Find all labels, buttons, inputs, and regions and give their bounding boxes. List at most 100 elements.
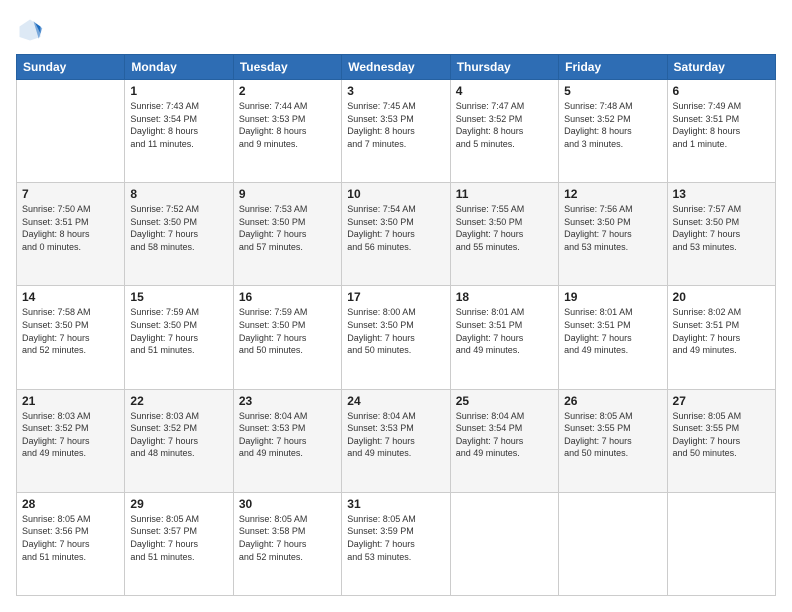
day-number: 22 [130, 394, 227, 408]
calendar-cell: 13Sunrise: 7:57 AM Sunset: 3:50 PM Dayli… [667, 183, 775, 286]
calendar-cell: 25 Sunrise: 8:04 AM Sunset: 3:54 PM Dayli… [450, 389, 558, 492]
day-info: Sunrise: 8:05 AM Sunset: 3:56 PM Dayligh… [22, 513, 119, 563]
day-number: 25 [456, 394, 553, 408]
calendar-cell: 28Sunrise: 8:05 AM Sunset: 3:56 PM Dayli… [17, 492, 125, 595]
calendar-cell: 26 Sunrise: 8:05 AM Sunset: 3:55 PM Dayli… [559, 389, 667, 492]
calendar-cell: 24 Sunrise: 8:04 AM Sunset: 3:53 PM Dayli… [342, 389, 450, 492]
calendar-cell: 9 Sunrise: 7:53 AM Sunset: 3:50 PM Daylig… [233, 183, 341, 286]
calendar-cell: 4Sunrise: 7:47 AM Sunset: 3:52 PM Daylig… [450, 80, 558, 183]
day-number: 9 [239, 187, 336, 201]
calendar-week-2: 7 Sunrise: 7:50 AM Sunset: 3:51 PM Daylig… [17, 183, 776, 286]
day-number: 26 [564, 394, 661, 408]
logo-icon [16, 16, 44, 44]
calendar-cell [17, 80, 125, 183]
day-info: Sunrise: 7:54 AM Sunset: 3:50 PM Dayligh… [347, 203, 444, 253]
day-info: Sunrise: 7:52 AM Sunset: 3:50 PM Dayligh… [130, 203, 227, 253]
day-number: 13 [673, 187, 770, 201]
day-info: Sunrise: 8:05 AM Sunset: 3:58 PM Dayligh… [239, 513, 336, 563]
calendar-cell: 30 Sunrise: 8:05 AM Sunset: 3:58 PM Dayli… [233, 492, 341, 595]
day-number: 11 [456, 187, 553, 201]
day-info: Sunrise: 7:48 AM Sunset: 3:52 PM Dayligh… [564, 100, 661, 150]
day-info: Sunrise: 8:03 AM Sunset: 3:52 PM Dayligh… [130, 410, 227, 460]
day-number: 21 [22, 394, 119, 408]
day-info: Sunrise: 8:01 AM Sunset: 3:51 PM Dayligh… [456, 306, 553, 356]
day-info: Sunrise: 7:59 AM Sunset: 3:50 PM Dayligh… [239, 306, 336, 356]
calendar-cell: 17Sunrise: 8:00 AM Sunset: 3:50 PM Dayli… [342, 286, 450, 389]
weekday-header-saturday: Saturday [667, 55, 775, 80]
day-number: 23 [239, 394, 336, 408]
day-info: Sunrise: 8:04 AM Sunset: 3:54 PM Dayligh… [456, 410, 553, 460]
day-number: 7 [22, 187, 119, 201]
calendar-cell [559, 492, 667, 595]
day-info: Sunrise: 7:56 AM Sunset: 3:50 PM Dayligh… [564, 203, 661, 253]
calendar-cell: 10 Sunrise: 7:54 AM Sunset: 3:50 PM Dayli… [342, 183, 450, 286]
calendar-cell [450, 492, 558, 595]
calendar-cell: 8 Sunrise: 7:52 AM Sunset: 3:50 PM Daylig… [125, 183, 233, 286]
calendar-cell: 7 Sunrise: 7:50 AM Sunset: 3:51 PM Daylig… [17, 183, 125, 286]
weekday-header-wednesday: Wednesday [342, 55, 450, 80]
day-info: Sunrise: 8:05 AM Sunset: 3:57 PM Dayligh… [130, 513, 227, 563]
day-number: 12 [564, 187, 661, 201]
day-number: 18 [456, 290, 553, 304]
day-info: Sunrise: 8:05 AM Sunset: 3:55 PM Dayligh… [564, 410, 661, 460]
day-info: Sunrise: 7:58 AM Sunset: 3:50 PM Dayligh… [22, 306, 119, 356]
calendar-cell: 11 Sunrise: 7:55 AM Sunset: 3:50 PM Dayli… [450, 183, 558, 286]
calendar-cell: 23 Sunrise: 8:04 AM Sunset: 3:53 PM Dayli… [233, 389, 341, 492]
calendar-cell: 20 Sunrise: 8:02 AM Sunset: 3:51 PM Dayli… [667, 286, 775, 389]
day-info: Sunrise: 8:02 AM Sunset: 3:51 PM Dayligh… [673, 306, 770, 356]
calendar-cell: 6 Sunrise: 7:49 AM Sunset: 3:51 PM Daylig… [667, 80, 775, 183]
day-number: 5 [564, 84, 661, 98]
calendar-cell: 12 Sunrise: 7:56 AM Sunset: 3:50 PM Dayli… [559, 183, 667, 286]
day-info: Sunrise: 7:55 AM Sunset: 3:50 PM Dayligh… [456, 203, 553, 253]
calendar-cell: 21 Sunrise: 8:03 AM Sunset: 3:52 PM Dayli… [17, 389, 125, 492]
day-number: 20 [673, 290, 770, 304]
calendar-cell: 22 Sunrise: 8:03 AM Sunset: 3:52 PM Dayli… [125, 389, 233, 492]
day-number: 29 [130, 497, 227, 511]
day-info: Sunrise: 7:44 AM Sunset: 3:53 PM Dayligh… [239, 100, 336, 150]
day-number: 14 [22, 290, 119, 304]
calendar-cell: 16 Sunrise: 7:59 AM Sunset: 3:50 PM Dayli… [233, 286, 341, 389]
day-info: Sunrise: 7:53 AM Sunset: 3:50 PM Dayligh… [239, 203, 336, 253]
calendar-table: SundayMondayTuesdayWednesdayThursdayFrid… [16, 54, 776, 596]
day-number: 27 [673, 394, 770, 408]
calendar-cell: 2 Sunrise: 7:44 AM Sunset: 3:53 PM Daylig… [233, 80, 341, 183]
calendar-cell: 31 Sunrise: 8:05 AM Sunset: 3:59 PM Dayli… [342, 492, 450, 595]
day-info: Sunrise: 7:45 AM Sunset: 3:53 PM Dayligh… [347, 100, 444, 150]
day-info: Sunrise: 8:05 AM Sunset: 3:59 PM Dayligh… [347, 513, 444, 563]
day-info: Sunrise: 8:03 AM Sunset: 3:52 PM Dayligh… [22, 410, 119, 460]
day-info: Sunrise: 8:04 AM Sunset: 3:53 PM Dayligh… [239, 410, 336, 460]
day-number: 31 [347, 497, 444, 511]
weekday-header-monday: Monday [125, 55, 233, 80]
day-number: 2 [239, 84, 336, 98]
calendar-cell: 19 Sunrise: 8:01 AM Sunset: 3:51 PM Dayli… [559, 286, 667, 389]
day-info: Sunrise: 8:04 AM Sunset: 3:53 PM Dayligh… [347, 410, 444, 460]
day-number: 15 [130, 290, 227, 304]
weekday-header-row: SundayMondayTuesdayWednesdayThursdayFrid… [17, 55, 776, 80]
calendar-week-4: 21 Sunrise: 8:03 AM Sunset: 3:52 PM Dayli… [17, 389, 776, 492]
calendar-cell: 1 Sunrise: 7:43 AM Sunset: 3:54 PM Daylig… [125, 80, 233, 183]
day-info: Sunrise: 7:47 AM Sunset: 3:52 PM Dayligh… [456, 100, 553, 150]
calendar-cell: 5 Sunrise: 7:48 AM Sunset: 3:52 PM Daylig… [559, 80, 667, 183]
day-number: 10 [347, 187, 444, 201]
day-info: Sunrise: 7:50 AM Sunset: 3:51 PM Dayligh… [22, 203, 119, 253]
day-number: 24 [347, 394, 444, 408]
day-number: 6 [673, 84, 770, 98]
day-number: 30 [239, 497, 336, 511]
day-number: 1 [130, 84, 227, 98]
calendar-cell: 18 Sunrise: 8:01 AM Sunset: 3:51 PM Dayli… [450, 286, 558, 389]
day-number: 8 [130, 187, 227, 201]
day-info: Sunrise: 8:01 AM Sunset: 3:51 PM Dayligh… [564, 306, 661, 356]
day-info: Sunrise: 8:05 AM Sunset: 3:55 PM Dayligh… [673, 410, 770, 460]
calendar-cell: 29 Sunrise: 8:05 AM Sunset: 3:57 PM Dayli… [125, 492, 233, 595]
calendar-cell: 15Sunrise: 7:59 AM Sunset: 3:50 PM Dayli… [125, 286, 233, 389]
calendar-week-3: 14 Sunrise: 7:58 AM Sunset: 3:50 PM Dayli… [17, 286, 776, 389]
calendar-cell: 14 Sunrise: 7:58 AM Sunset: 3:50 PM Dayli… [17, 286, 125, 389]
weekday-header-thursday: Thursday [450, 55, 558, 80]
calendar-week-5: 28Sunrise: 8:05 AM Sunset: 3:56 PM Dayli… [17, 492, 776, 595]
day-info: Sunrise: 7:49 AM Sunset: 3:51 PM Dayligh… [673, 100, 770, 150]
day-info: Sunrise: 7:43 AM Sunset: 3:54 PM Dayligh… [130, 100, 227, 150]
day-number: 16 [239, 290, 336, 304]
day-number: 19 [564, 290, 661, 304]
day-number: 3 [347, 84, 444, 98]
weekday-header-sunday: Sunday [17, 55, 125, 80]
